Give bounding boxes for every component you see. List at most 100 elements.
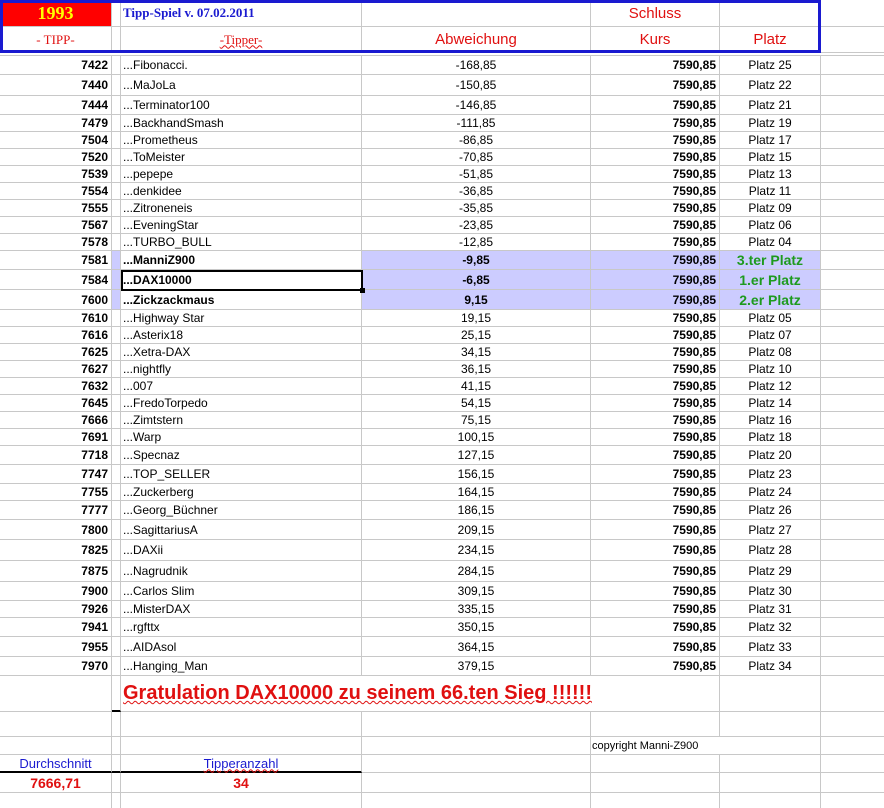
platz-cell[interactable]: Platz 08 xyxy=(720,344,821,360)
platz-cell[interactable]: Platz 15 xyxy=(720,149,821,165)
kurs-cell[interactable]: 7590,85 xyxy=(591,561,720,581)
tipperanzahl-cell[interactable]: Tipperanzahl xyxy=(121,755,362,773)
cell[interactable] xyxy=(821,75,884,95)
cell[interactable] xyxy=(362,712,591,736)
kurs-cell[interactable]: 7590,85 xyxy=(591,327,720,343)
cell[interactable] xyxy=(362,676,591,711)
cell[interactable] xyxy=(821,115,884,131)
cell[interactable] xyxy=(112,217,121,233)
tipp-cell[interactable]: 7539 xyxy=(0,166,112,182)
tipper-cell[interactable]: ...AIDAsol xyxy=(121,637,362,656)
cell[interactable] xyxy=(112,773,121,792)
cell[interactable] xyxy=(821,310,884,326)
abweichung-cell[interactable]: 234,15 xyxy=(362,540,591,560)
tipper-cell[interactable]: ...pepepe xyxy=(121,166,362,182)
platz-cell[interactable]: Platz 25 xyxy=(720,56,821,74)
tipp-cell[interactable]: 7666 xyxy=(0,412,112,428)
tipp-cell[interactable]: 7645 xyxy=(0,395,112,411)
tipp-cell[interactable]: 7627 xyxy=(0,361,112,377)
tipper-cell[interactable]: ...Zickzackmaus xyxy=(121,290,362,309)
tipper-cell[interactable]: ...007 xyxy=(121,378,362,394)
cell[interactable] xyxy=(821,327,884,343)
tipp-cell[interactable]: 7440 xyxy=(0,75,112,95)
platz-cell[interactable]: Platz 18 xyxy=(720,429,821,445)
kurs-cell[interactable]: 7590,85 xyxy=(591,200,720,216)
tipp-cell[interactable]: 7567 xyxy=(0,217,112,233)
cell[interactable] xyxy=(0,676,112,711)
cell[interactable] xyxy=(720,712,821,736)
abweichung-cell[interactable]: 309,15 xyxy=(362,582,591,600)
tipper-cell[interactable]: ...Terminator100 xyxy=(121,96,362,114)
kurs-cell[interactable]: 7590,85 xyxy=(591,501,720,519)
cell[interactable] xyxy=(821,234,884,250)
cell[interactable] xyxy=(112,737,121,754)
platz-cell[interactable]: Platz 17 xyxy=(720,132,821,148)
kurs-cell[interactable]: 7590,85 xyxy=(591,217,720,233)
kurs-cell[interactable]: 7590,85 xyxy=(591,361,720,377)
cell[interactable] xyxy=(112,561,121,581)
abweichung-cell[interactable]: 19,15 xyxy=(362,310,591,326)
cell[interactable] xyxy=(112,618,121,636)
cell[interactable] xyxy=(821,737,884,754)
abweichung-cell[interactable]: -70,85 xyxy=(362,149,591,165)
cell[interactable] xyxy=(821,149,884,165)
abweichung-cell[interactable]: 127,15 xyxy=(362,446,591,464)
tipp-cell[interactable]: 7926 xyxy=(0,601,112,617)
cell[interactable] xyxy=(112,657,121,675)
cell[interactable] xyxy=(112,637,121,656)
tipper-cell[interactable]: ...Xetra-DAX xyxy=(121,344,362,360)
cell[interactable] xyxy=(112,132,121,148)
kurs-cell[interactable]: 7590,85 xyxy=(591,344,720,360)
tipper-cell[interactable]: ...Georg_Büchner xyxy=(121,501,362,519)
cell[interactable] xyxy=(821,183,884,199)
cell[interactable] xyxy=(112,234,121,250)
abweichung-cell[interactable]: -35,85 xyxy=(362,200,591,216)
cell[interactable] xyxy=(821,582,884,600)
cell[interactable] xyxy=(112,501,121,519)
platz-cell[interactable]: Platz 30 xyxy=(720,582,821,600)
platz-cell[interactable]: 2.er Platz xyxy=(720,290,821,309)
abweichung-cell[interactable]: 9,15 xyxy=(362,290,591,309)
tipp-cell[interactable]: 7422 xyxy=(0,56,112,74)
cell[interactable] xyxy=(821,217,884,233)
platz-cell[interactable]: Platz 34 xyxy=(720,657,821,675)
abweichung-cell[interactable]: 156,15 xyxy=(362,465,591,483)
kurs-cell[interactable]: 7590,85 xyxy=(591,637,720,656)
cell[interactable] xyxy=(821,561,884,581)
tipper-cell[interactable]: ...Zuckerberg xyxy=(121,484,362,500)
kurs-cell[interactable]: 7590,85 xyxy=(591,429,720,445)
tipper-cell[interactable]: ...TOP_SELLER xyxy=(121,465,362,483)
kurs-cell[interactable]: 7590,85 xyxy=(591,520,720,539)
abweichung-cell[interactable]: 364,15 xyxy=(362,637,591,656)
cell[interactable] xyxy=(112,484,121,500)
tipp-cell[interactable]: 7747 xyxy=(0,465,112,483)
abweichung-cell[interactable]: 75,15 xyxy=(362,412,591,428)
kurs-cell[interactable]: 7590,85 xyxy=(591,395,720,411)
cell[interactable] xyxy=(821,132,884,148)
tipp-cell[interactable]: 7691 xyxy=(0,429,112,445)
copyright-cell[interactable]: copyright Manni-Z900 xyxy=(591,737,720,754)
selected-cell-cursor[interactable] xyxy=(121,270,365,293)
platz-cell[interactable]: Platz 14 xyxy=(720,395,821,411)
abweichung-cell[interactable]: -36,85 xyxy=(362,183,591,199)
tipper-cell[interactable]: ...Specnaz xyxy=(121,446,362,464)
platz-cell[interactable]: Platz 10 xyxy=(720,361,821,377)
cell[interactable] xyxy=(821,412,884,428)
cell[interactable] xyxy=(112,378,121,394)
tipper-cell[interactable]: ...EveningStar xyxy=(121,217,362,233)
cell[interactable] xyxy=(112,149,121,165)
platz-cell[interactable]: Platz 16 xyxy=(720,412,821,428)
cell[interactable] xyxy=(112,251,121,269)
kurs-cell[interactable]: 7590,85 xyxy=(591,270,720,289)
kurs-cell[interactable]: 7590,85 xyxy=(591,618,720,636)
cell[interactable] xyxy=(112,200,121,216)
cell[interactable] xyxy=(362,773,591,792)
cell[interactable] xyxy=(821,755,884,773)
tipper-cell[interactable]: ...nightfly xyxy=(121,361,362,377)
cell[interactable] xyxy=(821,712,884,736)
cell[interactable] xyxy=(112,429,121,445)
cell[interactable] xyxy=(112,395,121,411)
cell[interactable] xyxy=(821,56,884,74)
tipperanzahl-value[interactable]: 34 xyxy=(121,773,362,792)
kurs-cell[interactable]: 7590,85 xyxy=(591,290,720,309)
